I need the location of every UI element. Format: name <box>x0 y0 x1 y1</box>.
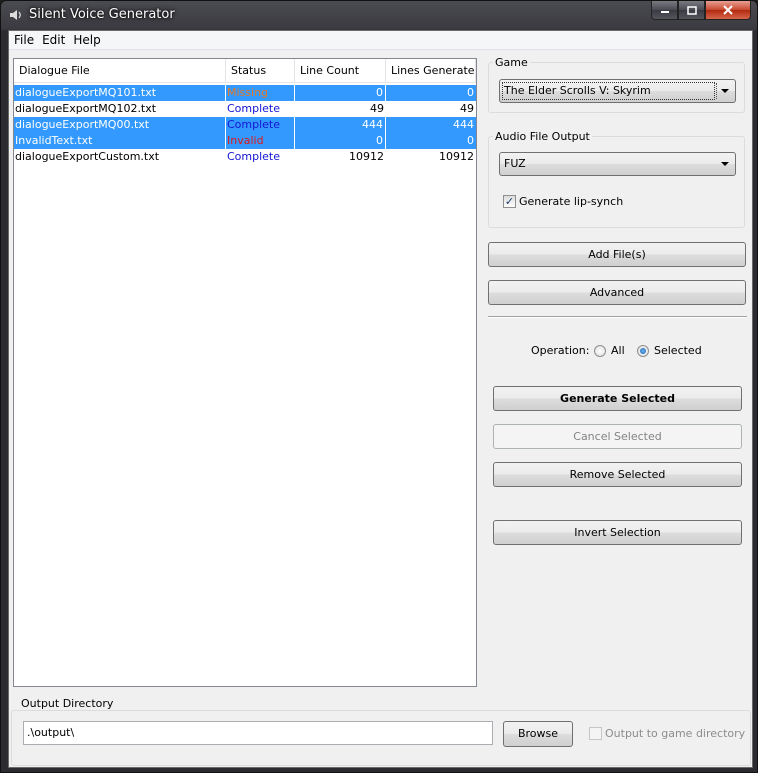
minimize-icon <box>660 11 669 13</box>
cell-status: Invalid <box>226 133 295 149</box>
column-line-count[interactable]: Line Count <box>295 59 386 83</box>
list-rows: dialogueExportMQ101.txt Missing 0 0 dial… <box>14 85 476 165</box>
cell-lines-generated: 444 <box>386 117 476 133</box>
app-window: Silent Voice Generator File Edit Help Di… <box>0 0 758 773</box>
cell-file: InvalidText.txt <box>14 133 226 149</box>
output-directory-label: Output Directory <box>19 697 116 710</box>
cell-line-count: 10912 <box>349 150 384 163</box>
game-select-value: The Elder Scrolls V: Skyrim <box>504 84 651 97</box>
remove-selected-button[interactable]: Remove Selected <box>493 462 742 487</box>
table-row[interactable]: dialogueExportCustom.txt Complete 10912 … <box>14 149 476 165</box>
cell-lines-generated: 0 <box>386 85 476 101</box>
client-area: File Edit Help Dialogue File Status Line… <box>8 30 753 768</box>
cell-file: dialogueExportCustom.txt <box>15 150 160 163</box>
column-status[interactable]: Status <box>226 59 295 83</box>
cell-lines-generated: 0 <box>386 133 476 149</box>
table-row[interactable]: InvalidText.txt Invalid 0 0 <box>14 133 476 149</box>
output-directory-input[interactable]: .\output\ <box>23 721 493 745</box>
maximize-icon <box>686 5 697 15</box>
dialogue-file-list[interactable]: Dialogue File Status Line Count Lines Ge… <box>13 58 477 687</box>
close-button[interactable] <box>705 1 751 20</box>
game-select[interactable]: The Elder Scrolls V: Skyrim <box>499 79 736 103</box>
speaker-icon <box>10 10 21 20</box>
title-bar[interactable]: Silent Voice Generator <box>1 1 757 29</box>
caption-buttons <box>651 1 751 21</box>
output-to-game-dir-checkbox[interactable] <box>589 727 602 740</box>
minimize-button[interactable] <box>651 1 678 20</box>
audio-format-select[interactable]: FUZ <box>499 152 736 176</box>
menu-bar: File Edit Help <box>9 31 752 50</box>
cell-line-count: 49 <box>370 102 384 115</box>
browse-button[interactable]: Browse <box>503 721 573 747</box>
menu-help[interactable]: Help <box>69 31 104 49</box>
column-dialogue-file[interactable]: Dialogue File <box>14 59 226 83</box>
combo-separator <box>716 83 717 99</box>
cell-status: Complete <box>227 150 281 163</box>
operation-selected-radio[interactable] <box>637 345 649 357</box>
cell-line-count: 444 <box>295 117 386 133</box>
chevron-down-icon <box>721 89 729 93</box>
cell-file: dialogueExportMQ00.txt <box>14 117 226 133</box>
cell-file: dialogueExportMQ102.txt <box>15 102 157 115</box>
maximize-button[interactable] <box>678 1 705 20</box>
audio-format-value: FUZ <box>504 157 526 170</box>
cell-lines-generated: 49 <box>460 102 474 115</box>
output-to-game-dir-label[interactable]: Output to game directory <box>605 727 745 740</box>
audio-output-group <box>488 136 745 228</box>
cell-status: Complete <box>226 117 295 133</box>
table-row[interactable]: dialogueExportMQ102.txt Complete 49 49 <box>14 101 476 117</box>
list-header: Dialogue File Status Line Count Lines Ge… <box>14 59 476 83</box>
cell-lines-generated: 10912 <box>439 150 474 163</box>
separator <box>488 316 747 318</box>
close-icon <box>723 5 733 15</box>
cell-line-count: 0 <box>295 85 386 101</box>
lip-synch-checkbox[interactable]: ✓ <box>503 195 516 208</box>
chevron-down-icon <box>721 162 729 166</box>
menu-file[interactable]: File <box>10 31 38 49</box>
operation-all-radio[interactable] <box>594 345 606 357</box>
cell-file: dialogueExportMQ101.txt <box>14 85 226 101</box>
invert-selection-button[interactable]: Invert Selection <box>493 520 742 545</box>
operation-label: Operation: <box>531 344 590 357</box>
cancel-selected-button[interactable]: Cancel Selected <box>493 424 742 449</box>
operation-all-label[interactable]: All <box>611 344 625 357</box>
lip-synch-label[interactable]: Generate lip-synch <box>519 195 623 208</box>
menu-edit[interactable]: Edit <box>38 31 69 49</box>
table-row[interactable]: dialogueExportMQ00.txt Complete 444 444 <box>14 117 476 133</box>
game-group-label: Game <box>493 56 530 69</box>
cell-status: Missing <box>226 85 295 101</box>
cell-status: Complete <box>227 102 281 115</box>
operation-selected-label[interactable]: Selected <box>654 344 702 357</box>
window-title: Silent Voice Generator <box>29 7 175 22</box>
generate-selected-button[interactable]: Generate Selected <box>493 386 742 411</box>
checkmark-icon: ✓ <box>504 195 515 208</box>
table-row[interactable]: dialogueExportMQ101.txt Missing 0 0 <box>14 85 476 101</box>
audio-output-group-label: Audio File Output <box>493 130 592 143</box>
cell-line-count: 0 <box>295 133 386 149</box>
add-files-button[interactable]: Add File(s) <box>488 242 746 267</box>
column-lines-generated[interactable]: Lines Generated <box>386 59 476 83</box>
advanced-button[interactable]: Advanced <box>488 280 746 305</box>
